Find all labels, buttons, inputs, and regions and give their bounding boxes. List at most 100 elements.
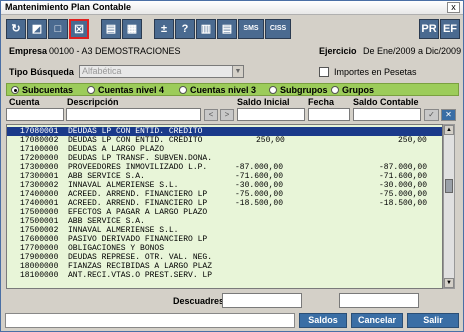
cancelar-button[interactable]: Cancelar	[351, 313, 403, 328]
pr-button[interactable]: PR	[419, 19, 439, 39]
cell-descripcion: EFECTOS A PAGAR A LARGO PLAZO	[68, 208, 208, 217]
calculator-icon[interactable]: ▥	[196, 19, 216, 39]
delete-icon[interactable]: ☒	[69, 19, 89, 39]
sms-button[interactable]: SMS	[238, 19, 264, 39]
table-row[interactable]: 17100000 DEUDAS A LARGO PLAZO	[7, 145, 442, 154]
cell-saldo-inicial: -30.000,00	[235, 181, 284, 190]
cell-descripcion: INNAVAL ALMERIENSE S.L.	[68, 181, 179, 190]
descuadres-input-2[interactable]	[339, 293, 419, 308]
plus-minus-icon[interactable]: ±	[154, 19, 174, 39]
col-cuenta: Cuenta	[9, 97, 40, 107]
salir-button[interactable]: Salir	[407, 313, 459, 328]
radio-cuentas-nivel-3[interactable]: Cuentas nivel 3	[179, 85, 256, 95]
cell-descripcion: DEUDAS LP CON ENTID. CRÉDITO	[68, 136, 203, 145]
table-row[interactable]: 17400000 ACREED. ARREND. FINANCIERO LP -75…	[7, 190, 442, 199]
print-icon[interactable]: ▤	[101, 19, 121, 39]
vertical-scrollbar[interactable]: ▲ ▼	[443, 124, 455, 289]
table-row[interactable]: 17300000 PROVEEDORES INMOVILIZADO L.P. -87…	[7, 163, 442, 172]
tipo-busqueda-select[interactable]: Alfabética ▼	[79, 65, 244, 78]
cell-cuenta: 17300002	[20, 181, 59, 190]
main-window: Mantenimiento Plan Contable x ↻ ◩ □ ☒ ▤ …	[0, 0, 464, 332]
level-radio-group: Subcuentas Cuentas nivel 4 Cuentas nivel…	[6, 83, 459, 96]
radio-label: Grupos	[342, 85, 375, 95]
clear-icon[interactable]: ✕	[441, 109, 456, 121]
table-row[interactable]: 17500001 ABB SERVICE S.A.	[7, 217, 442, 226]
table-row[interactable]: 18000000 FIANZAS RECIBIDAS A LARGO PLAZ	[7, 262, 442, 271]
cell-saldo-contable: -87.000,00	[379, 163, 428, 172]
close-button[interactable]: x	[447, 2, 460, 13]
chevron-down-icon[interactable]: ▼	[232, 66, 243, 77]
table-row[interactable]: 17200000 DEUDAS LP TRANSF. SUBVEN.DONA.	[7, 154, 442, 163]
cell-cuenta: 18100000	[20, 271, 59, 280]
filter-fecha-input[interactable]	[308, 108, 350, 121]
table-row[interactable]: 17900000 DEUDAS REPRESE. OTR. VAL. NEG.	[7, 253, 442, 262]
radio-cuentas-nivel-4[interactable]: Cuentas nivel 4	[87, 85, 164, 95]
cell-cuenta: 17600000	[20, 235, 59, 244]
next-arrow-icon[interactable]: >	[220, 109, 234, 121]
cell-saldo-contable: -71.600,00	[379, 172, 428, 181]
help-icon[interactable]: ?	[175, 19, 195, 39]
cell-saldo-contable: -18.500,00	[379, 199, 428, 208]
ef-button[interactable]: EF	[440, 19, 460, 39]
cell-cuenta: 17100000	[20, 145, 59, 154]
scroll-up-icon[interactable]: ▲	[444, 125, 454, 135]
cell-descripcion: DEUDAS LP TRANSF. SUBVEN.DONA.	[68, 154, 213, 163]
radio-label: Cuentas nivel 3	[190, 85, 257, 95]
table-row[interactable]: 17500002 INNAVAL ALMERIENSE S.L.	[7, 226, 442, 235]
cell-descripcion: PROVEEDORES INMOVILIZADO L.P.	[68, 163, 208, 172]
cell-cuenta: 17080002	[20, 136, 59, 145]
table-row[interactable]: 17600000 PASIVO DERIVADO FINANCIERO LP	[7, 235, 442, 244]
table-row[interactable]: 18100000 ANT.RECI.VTAS.O PREST.SERV. LP	[7, 271, 442, 280]
radio-dot-icon	[179, 86, 187, 94]
table-row[interactable]: 17700000 OBLIGACIONES Y BONOS	[7, 244, 442, 253]
cell-cuenta: 17400001	[20, 199, 59, 208]
cell-cuenta: 17500001	[20, 217, 59, 226]
table-row[interactable]: 17500000 EFECTOS A PAGAR A LARGO PLAZO	[7, 208, 442, 217]
table-row[interactable]: 17400001 ACREED. ARREND. FINANCIERO LP -18…	[7, 199, 442, 208]
descuadres-label: Descuadres	[173, 296, 225, 306]
radio-subcuentas[interactable]: Subcuentas	[11, 85, 73, 95]
half-square-icon[interactable]: ◩	[27, 19, 47, 39]
cell-cuenta: 17700000	[20, 244, 59, 253]
radio-dot-icon	[87, 86, 95, 94]
cell-cuenta: 18000000	[20, 262, 59, 271]
ciss-button[interactable]: CISS	[265, 19, 291, 39]
cell-cuenta: 17080001	[20, 127, 59, 136]
refresh-icon[interactable]: ↻	[6, 19, 26, 39]
scroll-thumb[interactable]	[445, 179, 453, 193]
descuadres-input-1[interactable]	[222, 293, 302, 308]
filter-saldo-inicial-input[interactable]	[237, 108, 305, 121]
cell-cuenta: 17900000	[20, 253, 59, 262]
cell-saldo-inicial: -18.500,00	[235, 199, 284, 208]
tipo-busqueda-label: Tipo Búsqueda	[9, 67, 74, 77]
table-row[interactable]: 17300002 INNAVAL ALMERIENSE S.L. -30.000,0…	[7, 181, 442, 190]
prev-arrow-icon[interactable]: <	[204, 109, 218, 121]
radio-label: Cuentas nivel 4	[98, 85, 165, 95]
filter-cuenta-input[interactable]	[6, 108, 64, 121]
cell-saldo-inicial: 250,00	[256, 136, 285, 145]
document-icon[interactable]: ▤	[217, 19, 237, 39]
check-icon[interactable]: ✓	[424, 109, 439, 121]
col-saldo-contable: Saldo Contable	[353, 97, 419, 107]
radio-grupos[interactable]: Grupos	[331, 85, 374, 95]
blank-square-icon[interactable]: □	[48, 19, 68, 39]
cell-cuenta: 17500002	[20, 226, 59, 235]
radio-dot-icon	[269, 86, 277, 94]
radio-dot-icon	[331, 86, 339, 94]
filter-descripcion-input[interactable]	[66, 108, 201, 121]
cell-descripcion: DEUDAS A LARGO PLAZO	[68, 145, 165, 154]
cell-cuenta: 17400000	[20, 190, 59, 199]
toolbar: ↻ ◩ □ ☒ ▤ ▦ ± ? ▥ ▤ SMS CISS PR EF	[3, 17, 461, 41]
table-row[interactable]: 17300001 ABB SERVICE S.A. -71.600,00 -71.60…	[7, 172, 442, 181]
filter-saldo-contable-input[interactable]	[353, 108, 421, 121]
scroll-down-icon[interactable]: ▼	[444, 278, 454, 288]
cell-descripcion: ABB SERVICE S.A.	[68, 217, 145, 226]
importes-pesetas-checkbox[interactable]	[319, 67, 329, 77]
radio-label: Subcuentas	[22, 85, 74, 95]
cell-saldo-inicial: -87.000,00	[235, 163, 284, 172]
export-icon[interactable]: ▦	[122, 19, 142, 39]
radio-subgrupos[interactable]: Subgrupos	[269, 85, 328, 95]
saldos-button[interactable]: Saldos	[299, 313, 347, 328]
table-row[interactable]: 17080001 DEUDAS LP CON ENTID. CRÉDITO	[7, 127, 442, 136]
table-row[interactable]: 17080002 DEUDAS LP CON ENTID. CRÉDITO 250,…	[7, 136, 442, 145]
